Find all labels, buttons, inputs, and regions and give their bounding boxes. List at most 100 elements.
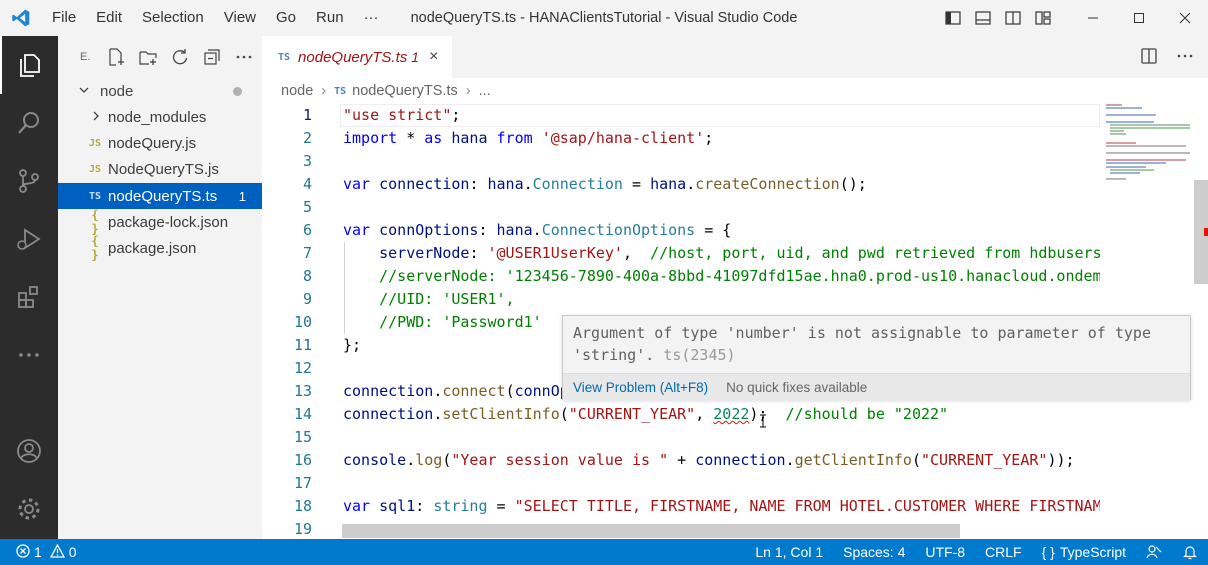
menu-view[interactable]: View [214,0,266,36]
code-line: 3 [302,152,312,170]
tree-item-label: nodeQueryTS.ts [108,187,218,205]
code-line: 8 //serverNode: '123456-7890-400a-8bbd-4… [302,267,1100,285]
horizontal-scrollbar-thumb[interactable] [342,524,960,538]
menu-selection[interactable]: Selection [132,0,214,36]
more-views-icon[interactable] [0,326,58,384]
search-icon[interactable] [0,94,58,152]
problems-indicator[interactable]: 1 0 [0,543,77,561]
code-line: 18 var sql1: string = "SELECT TITLE, FIRS… [293,497,1100,515]
breadcrumb: node › TS nodeQueryTS.ts › ... [262,78,1208,104]
chevron-right-icon: › [465,83,471,99]
collapse-folders-icon[interactable] [202,47,222,67]
no-quick-fixes-label: No quick fixes available [726,379,868,395]
explorer-icon[interactable] [0,36,58,94]
tab-problem-count: 1 [411,49,420,65]
code-line: 2 import * as hana from '@sap/hana-client… [302,129,714,147]
modified-dot [233,86,242,96]
toggle-secondary-sidebar-icon[interactable] [1002,7,1024,29]
view-problem-link[interactable]: View Problem (Alt+F8) [573,380,708,395]
error-icon [16,543,30,561]
code-line: 5 [302,198,312,216]
accounts-icon[interactable] [0,422,58,480]
chevron-right-icon [90,109,104,126]
tree-item-label: node_modules [108,108,207,126]
menu-bar: File Edit Selection View Go Run ··· [42,0,389,36]
menu-go[interactable]: Go [266,0,306,36]
chevron-right-icon: › [321,83,327,99]
code-line: 16 console.log("Year session value is " +… [293,451,1075,469]
code-line: 1 "use strict"; [302,106,461,124]
menu-file[interactable]: File [42,0,86,36]
code-line: 6 var connOptions: hana.ConnectionOptions… [302,221,732,239]
error-marker [1204,228,1208,236]
code-line: 7 serverNode: '@USER1UserKey', //host, p… [302,244,1100,262]
json-file-icon: { } [91,208,99,236]
feedback-icon[interactable] [1136,544,1172,560]
explorer-sidebar: E. node node_modules JS nodeQuery.js JS … [58,36,262,539]
tree-item-label: package-lock.json [108,213,229,231]
chevron-down-icon [78,83,92,100]
breadcrumb-file[interactable]: nodeQueryTS.ts [352,83,458,99]
toggle-panel-icon[interactable] [972,7,994,29]
error-hover-tooltip: Argument of type 'number' is not assigna… [562,315,1191,400]
warning-icon [49,543,65,561]
customize-layout-icon[interactable] [1032,7,1054,29]
refresh-icon[interactable] [170,47,190,67]
run-and-debug-icon[interactable] [0,210,58,268]
activity-bar [0,36,58,539]
breadcrumb-folder[interactable]: node [281,83,313,99]
braces-icon: { } [1041,544,1055,560]
vertical-scrollbar[interactable] [1194,104,1208,539]
json-file-icon: { } [91,234,99,262]
hover-message: Argument of type 'number' is not assigna… [573,324,1160,364]
toggle-primary-sidebar-icon[interactable] [942,7,964,29]
tree-item-nodequery-js[interactable]: JS nodeQuery.js [58,130,262,156]
maximize-button[interactable] [1116,0,1162,36]
ts-file-icon: TS [278,51,291,63]
status-bar: 1 0 Ln 1, Col 1 Spaces: 4 UTF-8 CRLF { }… [0,539,1208,565]
problem-count-badge: 1 [238,188,246,204]
manage-gear-icon[interactable] [0,480,58,538]
menu-more[interactable]: ··· [354,0,389,36]
more-actions-icon[interactable] [234,47,254,67]
source-control-icon[interactable] [0,152,58,210]
folder-node[interactable]: node [58,78,262,104]
menu-edit[interactable]: Edit [86,0,132,36]
new-file-icon[interactable] [106,47,126,67]
ts-file-icon: TS [334,85,347,97]
language-mode[interactable]: { } TypeScript [1032,544,1136,560]
end-of-line[interactable]: CRLF [975,544,1032,560]
notifications-bell-icon[interactable] [1172,544,1208,560]
minimize-button[interactable] [1070,0,1116,36]
tree-item-package-lock-json[interactable]: { } package-lock.json [58,208,262,236]
close-tab-icon[interactable]: × [429,48,438,66]
tab-label: nodeQueryTS.ts [298,48,408,66]
hover-error-code: ts(2345) [663,346,736,364]
title-bar: File Edit Selection View Go Run ··· node… [0,0,1208,36]
close-window-button[interactable] [1162,0,1208,36]
tree-item-label: nodeQuery.js [108,134,197,152]
tree-item-label: package.json [108,239,197,257]
more-actions-icon[interactable] [1176,47,1194,68]
language-label: TypeScript [1059,544,1126,560]
error-count: 1 [34,544,42,560]
breadcrumb-symbol[interactable]: ... [479,83,491,99]
tree-item-package-json[interactable]: { } package.json [58,234,262,262]
js-file-icon: JS [88,137,102,149]
code-line: 15 [293,428,312,446]
tab-nodequeryts-ts[interactable]: TS nodeQueryTS.ts 1 × [262,36,452,78]
tree-item-nodequeryts-js[interactable]: JS NodeQueryTS.js [58,156,262,182]
split-editor-icon[interactable] [1140,47,1158,68]
tree-item-nodequeryts-ts[interactable]: TS nodeQueryTS.ts 1 [58,183,262,209]
cursor-position[interactable]: Ln 1, Col 1 [745,544,833,560]
window-title: nodeQueryTS.ts - HANAClientsTutorial - V… [410,10,798,26]
vscode-logo-icon[interactable] [0,0,42,36]
new-folder-icon[interactable] [138,47,158,67]
folder-label: node [100,82,134,100]
encoding[interactable]: UTF-8 [915,544,975,560]
tree-item-node-modules[interactable]: node_modules [58,104,262,130]
tree-item-label: NodeQueryTS.js [108,160,219,178]
indentation[interactable]: Spaces: 4 [833,544,915,560]
extensions-icon[interactable] [0,268,58,326]
menu-run[interactable]: Run [306,0,354,36]
